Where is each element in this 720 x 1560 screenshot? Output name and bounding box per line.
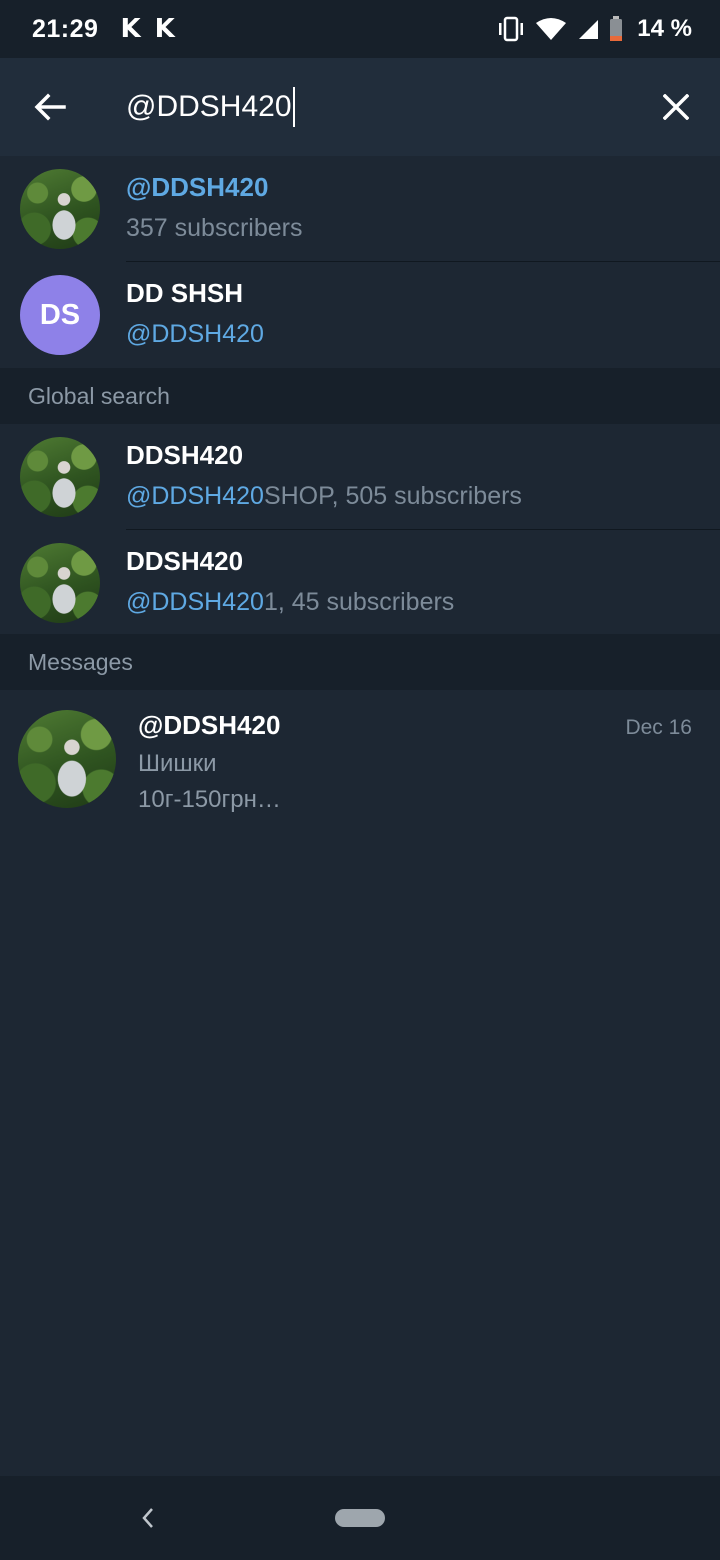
result-subtitle: @DDSH4201, 45 subscribers (126, 588, 454, 617)
result-subtitle: @DDSH420SHOP, 505 subscribers (126, 482, 522, 511)
search-input[interactable]: @DDSH420 (126, 90, 292, 124)
avatar: DS (20, 275, 100, 355)
subtitle-rest: 1, 45 subscribers (263, 588, 455, 616)
avatar-photo (18, 710, 116, 808)
result-title: DDSH420 (126, 440, 244, 470)
result-title: DD SHSH (126, 278, 244, 308)
avatar-photo (20, 543, 100, 623)
username-highlight: @DDSH420 (126, 482, 264, 510)
global-search-section: Global search DDSH420 @DDSH420SHOP, 505 … (0, 368, 720, 636)
status-right: 14 % (497, 15, 692, 43)
notification-icons: K K (120, 14, 174, 44)
message-preview-line1: Шишки (138, 750, 217, 777)
home-pill-button[interactable] (335, 1509, 385, 1527)
message-date: Dec 16 (625, 716, 692, 739)
result-title: DDSH420 (126, 546, 244, 576)
result-subtitle: @DDSH420 (126, 320, 264, 349)
arrow-back-icon (34, 93, 66, 121)
avatar (18, 710, 116, 808)
avatar-photo (20, 169, 100, 249)
chevron-left-icon (142, 1508, 153, 1528)
section-header-global: Global search (0, 368, 720, 424)
avatar (20, 169, 100, 249)
list-item[interactable]: @DDSH420 357 subscribers (0, 156, 720, 262)
avatar-photo (20, 437, 100, 517)
navigation-bar (0, 1476, 720, 1560)
status-time: 21:29 (32, 14, 99, 43)
subtitle-rest: SHOP, 505 subscribers (263, 482, 522, 510)
message-preview-line2: 10г-150грн… (138, 786, 281, 813)
close-icon (663, 94, 689, 120)
battery-icon (610, 16, 623, 41)
text-cursor (292, 87, 295, 127)
avatar (20, 437, 100, 517)
section-header-messages: Messages (0, 634, 720, 690)
username-highlight: @DDSH420 (126, 320, 264, 348)
avatar (20, 543, 100, 623)
back-button[interactable] (0, 58, 100, 156)
notification-k-icon: K (120, 14, 141, 44)
wifi-icon (536, 18, 567, 40)
list-item[interactable]: DDSH420 @DDSH4201, 45 subscribers (0, 530, 720, 636)
search-header: @DDSH420 (0, 58, 720, 156)
vibrate-icon (499, 16, 524, 42)
clear-search-button[interactable] (636, 58, 716, 156)
battery-percent: 14 % (637, 15, 692, 42)
avatar-initials: DS (20, 275, 100, 355)
result-title: @DDSH420 (126, 172, 269, 202)
notification-k-icon: K (154, 14, 175, 44)
message-item[interactable]: @DDSH420 Dec 16 Шишки 10г-150грн… (0, 690, 720, 830)
signal-icon (579, 20, 599, 39)
username-highlight: @DDSH420 (126, 588, 264, 616)
messages-section: Messages @DDSH420 Dec 16 Шишки 10г-150гр… (0, 634, 720, 830)
local-results: @DDSH420 357 subscribers DS DD SHSH @DDS… (0, 156, 720, 368)
result-subtitle: 357 subscribers (126, 214, 303, 242)
status-bar: 21:29 K K 14 % (0, 0, 720, 58)
message-title: @DDSH420 (138, 710, 281, 740)
nav-back-button[interactable] (130, 1500, 166, 1536)
list-item[interactable]: DS DD SHSH @DDSH420 (0, 262, 720, 368)
search-field[interactable]: @DDSH420 (100, 58, 636, 156)
list-item[interactable]: DDSH420 @DDSH420SHOP, 505 subscribers (0, 424, 720, 530)
